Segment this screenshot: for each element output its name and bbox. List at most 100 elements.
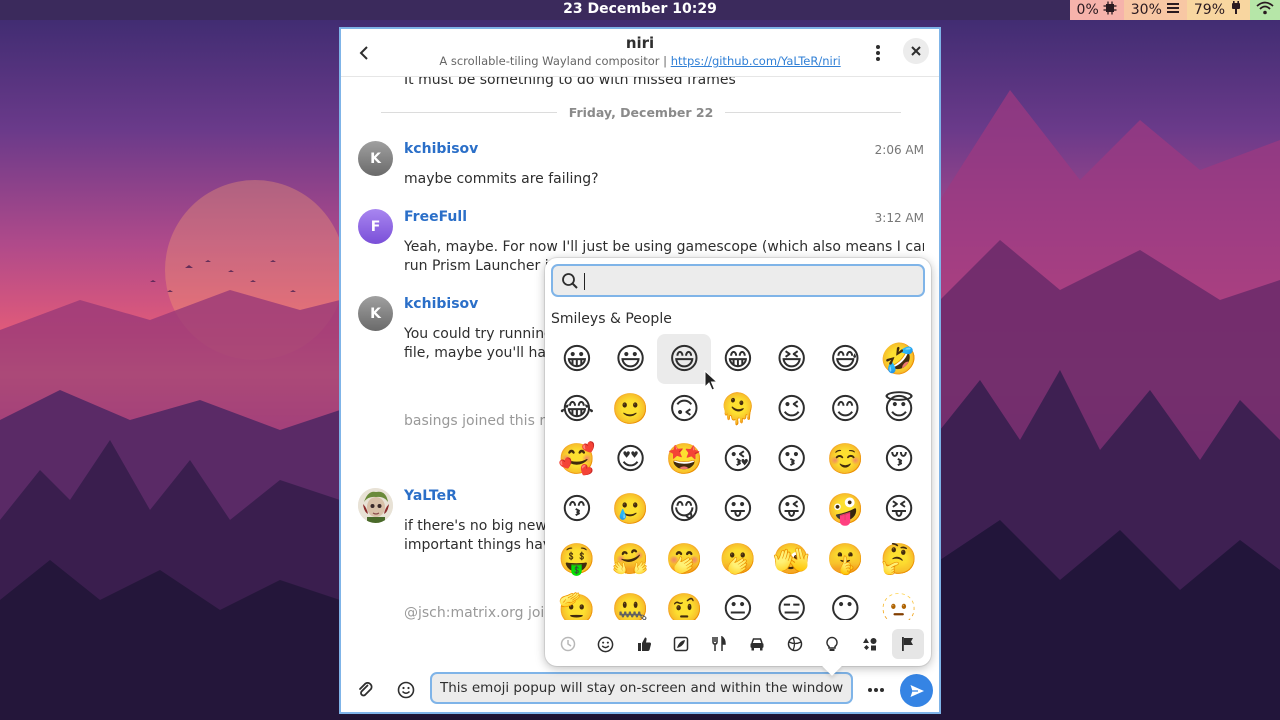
emoji-button[interactable]: 🫢 bbox=[711, 534, 765, 584]
emoji-button[interactable]: 😛 bbox=[711, 484, 765, 534]
emoji-button[interactable]: 😗 bbox=[765, 434, 819, 484]
emoji-button[interactable]: ☺️ bbox=[818, 434, 872, 484]
symbols-icon bbox=[863, 638, 877, 651]
emoji-button[interactable]: 🤔 bbox=[872, 534, 926, 584]
emoji-search[interactable] bbox=[551, 264, 925, 297]
avatar[interactable]: F bbox=[358, 209, 393, 244]
smiley-icon bbox=[397, 681, 415, 699]
emoji-button[interactable]: 😜 bbox=[765, 484, 819, 534]
emoji-button[interactable]: 🤑 bbox=[550, 534, 604, 584]
emoji-button[interactable]: 🙂 bbox=[604, 384, 658, 434]
emoji-button[interactable]: 🤫 bbox=[818, 534, 872, 584]
emoji-button[interactable]: 🫣 bbox=[765, 534, 819, 584]
flags-category-button[interactable] bbox=[891, 629, 924, 659]
emoji-button[interactable]: 😘 bbox=[711, 434, 765, 484]
message-text: Yeah, maybe. For now I'll just be using … bbox=[404, 239, 924, 255]
emoji-button[interactable]: 😍 bbox=[604, 434, 658, 484]
emoji-button[interactable]: 🤩 bbox=[657, 434, 711, 484]
flag-icon bbox=[901, 637, 913, 651]
battery-value: 79% bbox=[1193, 2, 1225, 18]
wifi-indicator[interactable] bbox=[1250, 0, 1280, 20]
emoji-button[interactable]: 😃 bbox=[604, 334, 658, 384]
message-input[interactable] bbox=[430, 672, 853, 704]
close-window-button[interactable] bbox=[903, 38, 929, 64]
room-header: niri A scrollable-tiling Wayland composi… bbox=[341, 29, 939, 77]
memory-indicator[interactable]: 30% bbox=[1123, 0, 1187, 20]
recent-icon bbox=[560, 636, 576, 652]
top-panel: 23 December 10:29 0% 30% 79% bbox=[0, 0, 1280, 20]
emoji-search-input[interactable] bbox=[585, 270, 915, 292]
send-icon bbox=[910, 684, 924, 697]
room-event: @jsch:matrix.org joine bbox=[404, 605, 562, 621]
emoji-button[interactable]: 😅 bbox=[818, 334, 872, 384]
emoji-button[interactable]: 😚 bbox=[872, 434, 926, 484]
emoji-button[interactable]: 🫥 bbox=[872, 584, 926, 621]
avatar[interactable]: K bbox=[358, 141, 393, 176]
food-category-button[interactable] bbox=[703, 629, 735, 659]
avatar[interactable]: K bbox=[358, 296, 393, 331]
emoji-button[interactable]: 😶 bbox=[818, 584, 872, 621]
smileys-category-button[interactable] bbox=[590, 629, 622, 659]
nature-category-button[interactable] bbox=[665, 629, 697, 659]
sender-name[interactable]: kchibisov bbox=[404, 141, 478, 157]
ball-icon bbox=[787, 636, 802, 652]
activities-category-button[interactable] bbox=[779, 629, 811, 659]
message-time: 2:06 AM bbox=[874, 143, 924, 157]
objects-category-button[interactable] bbox=[816, 629, 848, 659]
room-menu-button[interactable] bbox=[861, 36, 895, 70]
day-divider: Friday, December 22 bbox=[381, 104, 902, 120]
battery-indicator[interactable]: 79% bbox=[1186, 0, 1250, 20]
emoji-button[interactable]: 😀 bbox=[550, 334, 604, 384]
emoji-button[interactable]: 🥲 bbox=[604, 484, 658, 534]
cpu-indicator[interactable]: 0% bbox=[1069, 0, 1124, 20]
emoji-button[interactable]: 😑 bbox=[765, 584, 819, 621]
emoji-button[interactable]: 🤭 bbox=[657, 534, 711, 584]
emoji-button[interactable]: 😂 bbox=[550, 384, 604, 434]
travel-category-button[interactable] bbox=[741, 629, 773, 659]
avatar[interactable] bbox=[358, 488, 393, 523]
emoji-button[interactable]: 😉 bbox=[765, 384, 819, 434]
close-icon bbox=[911, 46, 921, 56]
emoji-button[interactable]: 🤪 bbox=[818, 484, 872, 534]
emoji-button[interactable]: 🙃 bbox=[657, 384, 711, 434]
car-icon bbox=[750, 638, 764, 651]
emoji-button[interactable]: 😁 bbox=[711, 334, 765, 384]
symbols-category-button[interactable] bbox=[854, 629, 886, 659]
lightbulb-icon bbox=[826, 636, 839, 651]
sender-name[interactable]: FreeFull bbox=[404, 209, 467, 225]
room-event: basings joined this roo bbox=[404, 413, 562, 429]
more-options-button[interactable] bbox=[861, 675, 891, 705]
emoji-button[interactable]: 😆 bbox=[765, 334, 819, 384]
emoji-button[interactable] bbox=[391, 675, 421, 705]
emoji-button[interactable]: 😐 bbox=[711, 584, 765, 621]
recent-category-button[interactable] bbox=[552, 629, 584, 659]
room-title: niri bbox=[625, 34, 655, 52]
charging-plug-icon bbox=[1229, 1, 1243, 19]
emoji-button[interactable]: 😝 bbox=[872, 484, 926, 534]
memory-value: 30% bbox=[1130, 2, 1162, 18]
send-button[interactable] bbox=[900, 674, 933, 707]
message-text: important things have bbox=[404, 537, 560, 553]
emoji-button[interactable]: 😄 bbox=[657, 334, 712, 384]
emoji-button[interactable]: 🤐 bbox=[604, 584, 658, 621]
emoji-button[interactable]: 🫠 bbox=[711, 384, 765, 434]
emoji-grid[interactable]: 😀 😃 😄 😁 😆 😅 🤣 😂 🙂 🙃 🫠 😉 😊 😇 🥰 😍 🤩 😘 😗 ☺️ 😚 😙 🥲 😋 😛 😜 🤪 😝 🤑 🤗 🤭 🫢 🫣 🤫 🤔 🫡 🤐 🤨 😐… bbox=[550, 334, 926, 620]
emoji-button[interactable]: 😊 bbox=[818, 384, 872, 434]
sender-name[interactable]: YaLTeR bbox=[404, 488, 457, 504]
people-category-button[interactable] bbox=[628, 629, 660, 659]
emoji-button[interactable]: 😙 bbox=[550, 484, 604, 534]
fork-knife-icon bbox=[712, 636, 726, 651]
message-text: maybe commits are failing? bbox=[404, 171, 599, 187]
room-topic-link[interactable]: https://github.com/YaLTeR/niri bbox=[671, 54, 841, 68]
emoji-button[interactable]: 🤨 bbox=[657, 584, 711, 621]
sender-name[interactable]: kchibisov bbox=[404, 296, 478, 312]
emoji-button[interactable]: 🫡 bbox=[550, 584, 604, 621]
emoji-button[interactable]: 🥰 bbox=[550, 434, 604, 484]
emoji-category-bar bbox=[549, 628, 927, 660]
emoji-button[interactable]: 🤗 bbox=[604, 534, 658, 584]
emoji-button[interactable]: 😋 bbox=[657, 484, 711, 534]
message-text: run Prism Launcher its bbox=[404, 258, 562, 274]
emoji-button[interactable]: 🤣 bbox=[872, 334, 926, 384]
attach-button[interactable] bbox=[351, 675, 381, 705]
emoji-button[interactable]: 😇 bbox=[872, 384, 926, 434]
